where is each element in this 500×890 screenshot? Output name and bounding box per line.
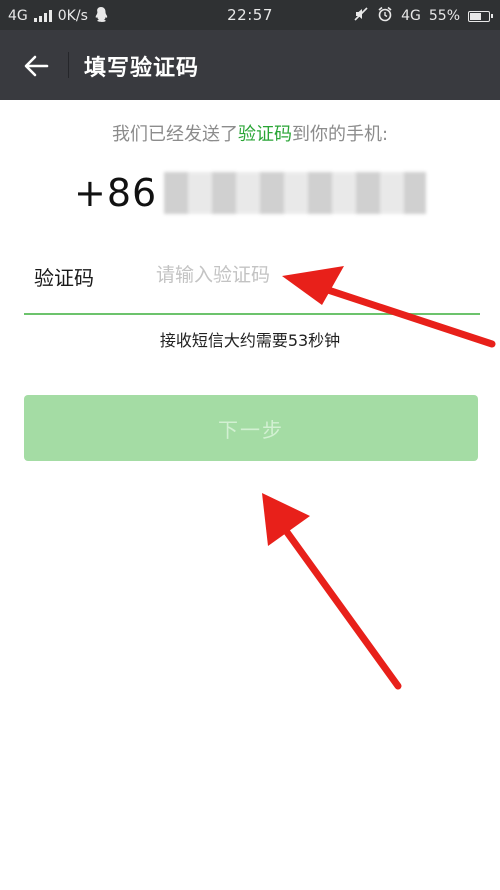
- sent-message-highlight: 验证码: [237, 124, 292, 145]
- status-bar: 4G 0K/s 22:57 4G 55%: [0, 0, 500, 30]
- phone-number: +86: [74, 168, 426, 218]
- signal-icon: [33, 10, 52, 22]
- phone-country-code: +86: [74, 171, 158, 215]
- network-type-right: 4G: [401, 8, 421, 24]
- network-speed: 0K/s: [57, 8, 88, 24]
- phone-number-masked: [164, 172, 426, 214]
- battery-percent: 55%: [428, 8, 460, 24]
- mute-icon: [353, 6, 369, 26]
- back-button[interactable]: [16, 46, 56, 86]
- sent-message-prefix: 我们已经发送了: [111, 124, 238, 145]
- sms-countdown-hint: 接收短信大约需要53秒钟: [159, 331, 341, 350]
- code-input[interactable]: [154, 255, 458, 295]
- sent-message: 我们已经发送了验证码到你的手机:: [0, 120, 500, 146]
- next-step-button[interactable]: 下一步: [24, 395, 478, 461]
- qq-icon: [94, 6, 108, 26]
- code-label: 验证码: [34, 266, 94, 290]
- back-arrow-icon: [24, 55, 49, 77]
- battery-icon: [468, 10, 493, 22]
- status-left: 4G 0K/s: [8, 6, 108, 26]
- status-right: 4G 55%: [353, 6, 493, 26]
- annotation-arrow-to-button: [262, 493, 402, 690]
- sent-message-suffix: 到你的手机:: [291, 124, 389, 145]
- network-type-left: 4G: [8, 8, 28, 24]
- code-input-underline: [24, 313, 480, 315]
- title-divider: [68, 52, 69, 78]
- page-title: 填写验证码: [84, 56, 200, 81]
- clock: 22:57: [227, 6, 273, 24]
- title-bar: 填写验证码: [0, 30, 500, 100]
- alarm-icon: [377, 6, 393, 26]
